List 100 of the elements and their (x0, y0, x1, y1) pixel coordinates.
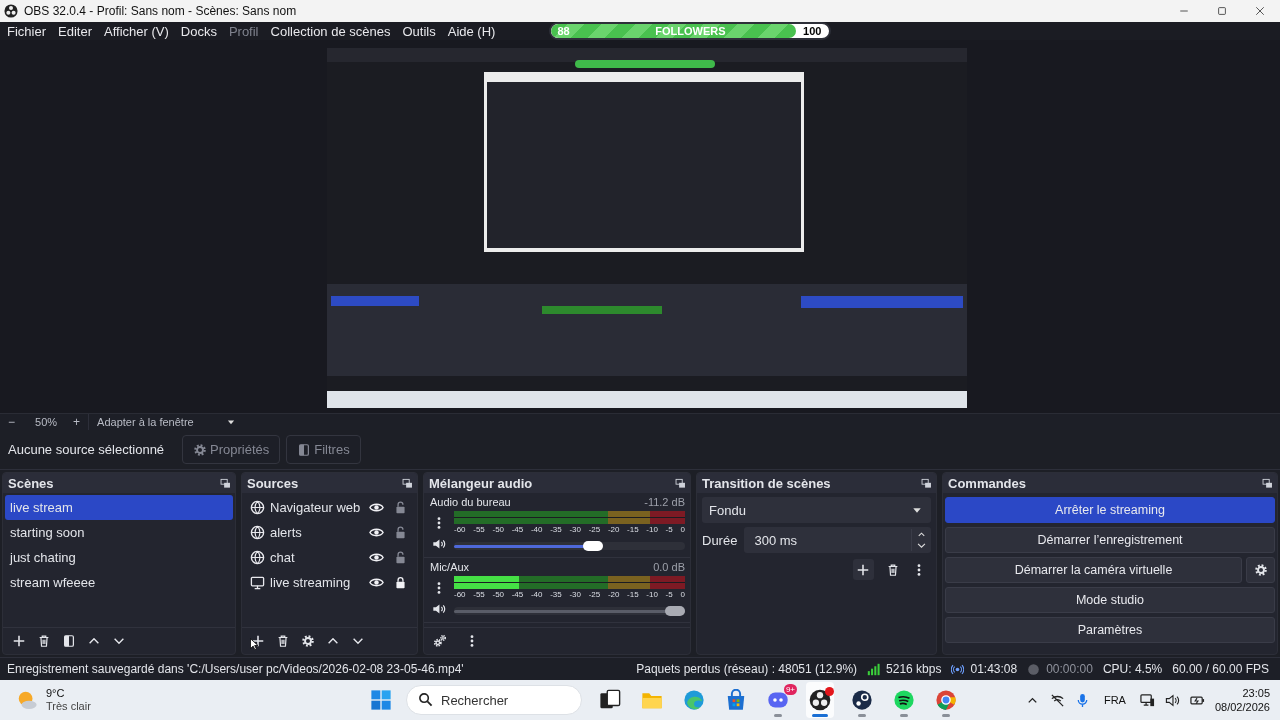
volume-slider[interactable] (454, 542, 685, 550)
globe-icon (250, 500, 265, 515)
stream-time: 01:43:08 (970, 662, 1019, 676)
scale-label: -30 (569, 590, 581, 600)
notification-badge: 9+ (783, 684, 797, 695)
mouse-pointer-icon (249, 636, 261, 652)
menu-item[interactable]: Aide (H) (440, 23, 501, 39)
source-name[interactable]: live streaming (270, 575, 364, 590)
task-view-icon[interactable] (599, 689, 621, 711)
fit-dropdown[interactable]: Adapter à la fenêtre (88, 414, 237, 430)
trash-icon[interactable] (886, 562, 900, 577)
add-button[interactable] (853, 559, 874, 580)
gears-icon[interactable] (433, 634, 447, 648)
duration-field[interactable]: 300 ms (744, 527, 931, 553)
search-field[interactable]: Rechercher (406, 685, 582, 715)
undock-icon[interactable] (402, 477, 413, 489)
control-button[interactable]: Démarrer l’enregistrement (945, 527, 1275, 553)
menu-item[interactable]: Afficher (V) (97, 23, 174, 39)
followers-label: FOLLOWERS (655, 24, 726, 38)
source-name[interactable]: alerts (270, 525, 364, 540)
trash-icon[interactable] (276, 634, 290, 648)
clock-date[interactable]: 08/02/2026 (1214, 700, 1270, 714)
transition-dropdown[interactable]: Fondu (702, 497, 931, 523)
network-icon[interactable] (1139, 692, 1155, 708)
scale-label: -10 (646, 590, 658, 600)
dock-title: Scènes (8, 475, 54, 491)
record-icon (1027, 662, 1041, 676)
selection-status: Aucune source sélectionné (8, 442, 166, 457)
menu-item[interactable]: Outils (395, 23, 441, 39)
window-title: OBS 32.0.4 - Profil: Sans nom - Scènes: Sans nom (24, 4, 297, 18)
dock-title: Commandes (948, 475, 1027, 491)
frame-rate: 60.00 / 60.00 FPS (1172, 662, 1270, 676)
slider-thumb[interactable] (582, 541, 603, 551)
lock-icon[interactable] (394, 576, 407, 589)
control-button[interactable]: Paramètres (945, 617, 1275, 643)
dock-title: Transition de scènes (702, 475, 831, 491)
control-button[interactable]: Arrêter le streaming (945, 497, 1275, 523)
add-icon[interactable] (12, 634, 26, 648)
menu-item[interactable]: Docks (173, 23, 222, 39)
search-icon (418, 692, 433, 707)
monitor-icon (250, 575, 265, 590)
scene-item[interactable]: live stream (5, 495, 233, 520)
source-name[interactable]: Navigateur web (270, 500, 364, 515)
zoom-in-button[interactable]: + (65, 415, 89, 429)
signal-icon (867, 662, 881, 676)
gear-icon[interactable] (301, 634, 315, 648)
scale-label: 0 (680, 590, 685, 600)
speaker-icon[interactable] (432, 602, 446, 616)
language-indicator[interactable]: FRA (1099, 694, 1130, 706)
zoom-out-button[interactable]: − (0, 415, 23, 429)
scale-label: -20 (607, 590, 620, 600)
menu-item[interactable]: Editer (51, 23, 97, 39)
browser-icon[interactable] (935, 689, 957, 711)
slider-thumb[interactable] (665, 606, 685, 616)
scale-label: -5 (665, 525, 673, 535)
volume-slider[interactable] (454, 607, 685, 615)
start-icon[interactable] (370, 689, 392, 711)
speaker-icon[interactable] (432, 537, 446, 551)
taskbar-app[interactable] (806, 682, 834, 718)
scene-item[interactable]: just chating (5, 545, 233, 570)
scale-label: -20 (607, 525, 620, 535)
followers-goal: 100 (803, 24, 822, 38)
menu-item[interactable]: Fichier (0, 23, 51, 39)
scale-label: -55 (473, 525, 485, 535)
source-name[interactable]: chat (270, 550, 364, 565)
scene-item[interactable]: stream wfeeee (5, 570, 233, 595)
store-icon[interactable] (725, 689, 747, 711)
game-app-icon[interactable] (851, 689, 873, 711)
control-button[interactable]: Démarrer la caméra virtuelle (945, 557, 1242, 583)
clock-time[interactable]: 23:05 (1242, 686, 1270, 700)
add-icon[interactable] (251, 634, 265, 648)
control-button[interactable]: Mode studio (945, 587, 1275, 613)
undock-icon[interactable] (1262, 477, 1273, 489)
scale-label: 0 (680, 525, 685, 535)
cpu-usage: CPU: 4.5% (1102, 662, 1164, 676)
scale-label: -5 (665, 590, 673, 600)
undock-icon[interactable] (921, 477, 932, 489)
caret-icon (226, 417, 237, 427)
channel-name: Audio du bureau (430, 495, 511, 509)
scene-item[interactable]: starting soon (5, 520, 233, 545)
maximize-icon[interactable] (1216, 5, 1228, 17)
scale-label: -10 (646, 525, 658, 535)
undock-icon[interactable] (675, 477, 686, 489)
filter-icon[interactable] (62, 634, 76, 648)
scale-label: -45 (511, 525, 524, 535)
obs-icon[interactable] (809, 689, 831, 711)
scale-label: -55 (473, 590, 485, 600)
settings-button[interactable] (1246, 557, 1275, 583)
no-network-icon[interactable] (1049, 692, 1065, 708)
trash-icon[interactable] (37, 634, 51, 648)
music-app-icon[interactable] (893, 689, 915, 711)
menu-item[interactable]: Collection de scènes (263, 23, 396, 39)
record-time: 00:00:00 (1046, 662, 1094, 676)
channel-reading: 0.0 dB (653, 560, 685, 574)
spin-down-icon[interactable] (916, 540, 927, 551)
browser-icon[interactable] (683, 689, 705, 711)
bitrate: 5216 kbps (886, 662, 943, 676)
volume-icon[interactable] (1164, 692, 1180, 708)
undock-icon[interactable] (220, 477, 231, 489)
close-icon[interactable] (1254, 5, 1266, 17)
